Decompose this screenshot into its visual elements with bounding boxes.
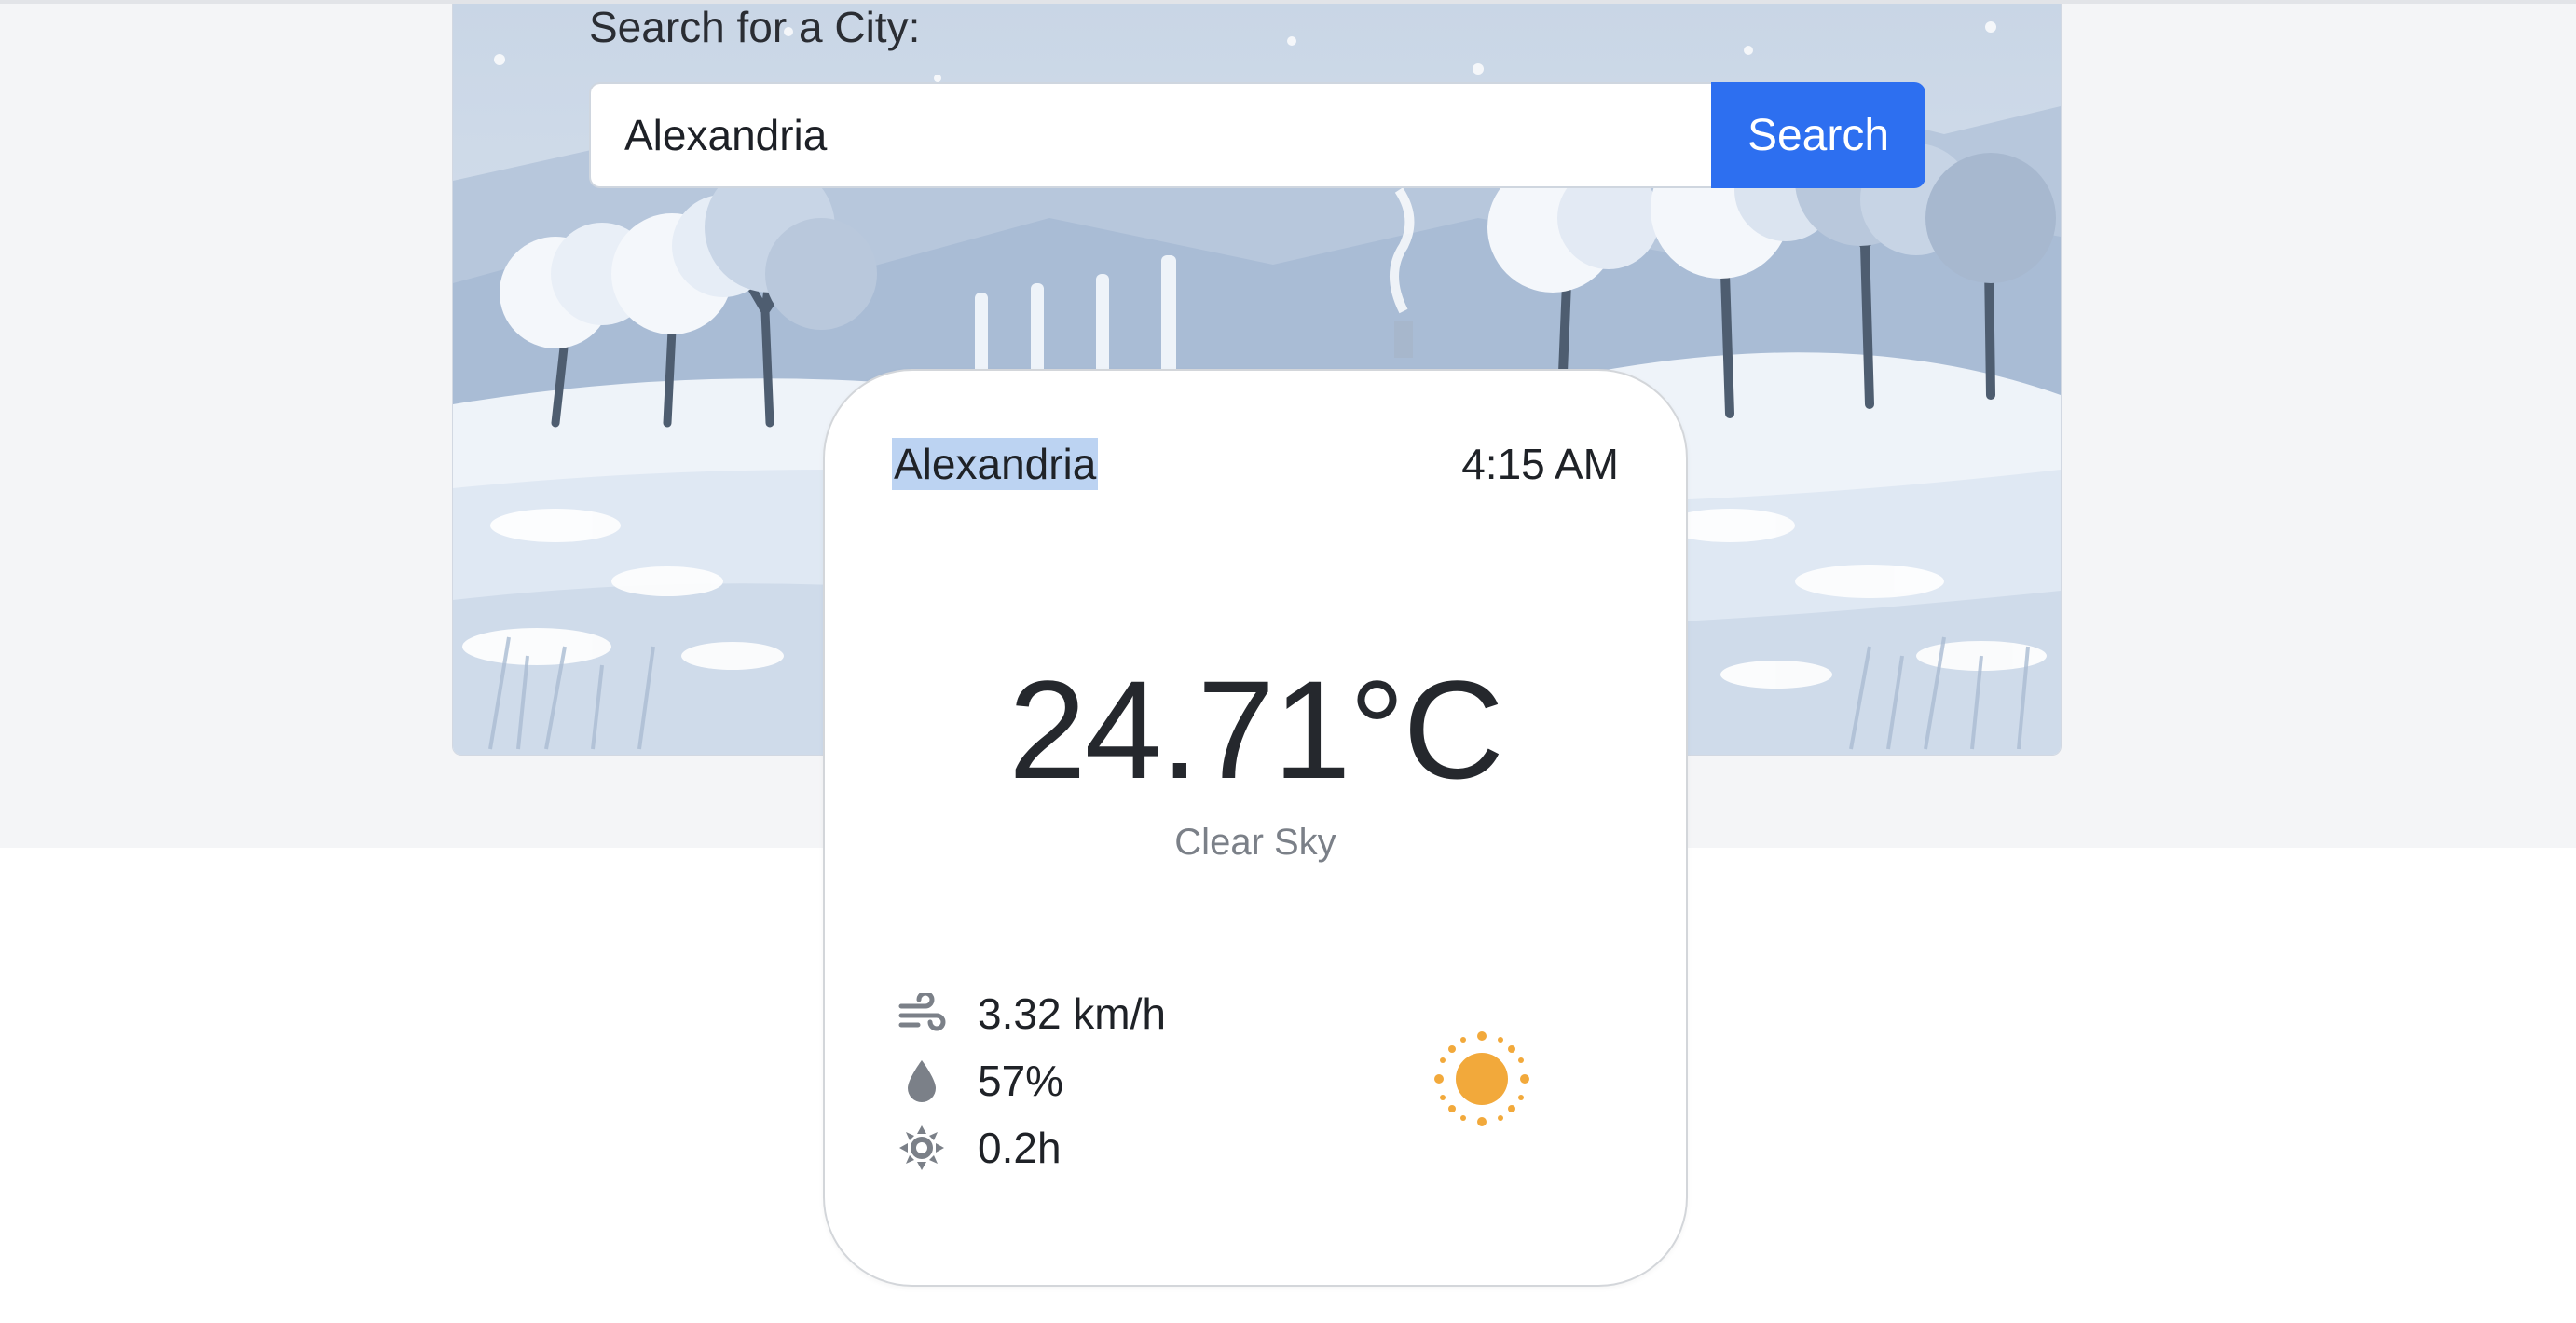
- wind-icon: [897, 989, 946, 1038]
- humidity-value: 57%: [978, 1057, 1064, 1105]
- weather-stats: 3.32 km/h 57% 0.2h: [897, 980, 1166, 1181]
- sunshine-duration: 0.2h: [978, 1124, 1062, 1172]
- wind-stat: 3.32 km/h: [897, 980, 1166, 1047]
- local-time: 4:15 AM: [1461, 440, 1619, 488]
- sunshine-stat: 0.2h: [897, 1114, 1166, 1181]
- weather-description: Clear Sky: [1174, 822, 1336, 863]
- humidity-stat: 57%: [897, 1047, 1166, 1114]
- search-bar: Search: [589, 82, 1925, 188]
- city-name: Alexandria: [892, 438, 1099, 490]
- sun-icon: [1426, 1023, 1538, 1135]
- sun-outline-icon: [897, 1124, 946, 1172]
- water-drop-icon: [897, 1057, 946, 1105]
- search-button[interactable]: Search: [1711, 82, 1925, 188]
- temperature-value: 24.71°C: [1008, 651, 1504, 808]
- city-search-input[interactable]: [589, 82, 1711, 188]
- search-label: Search for a City:: [589, 3, 921, 51]
- wind-speed: 3.32 km/h: [978, 989, 1166, 1038]
- weather-card: Alexandria 4:15 AM 24.71°C Clear Sky 3.3…: [823, 369, 1688, 1287]
